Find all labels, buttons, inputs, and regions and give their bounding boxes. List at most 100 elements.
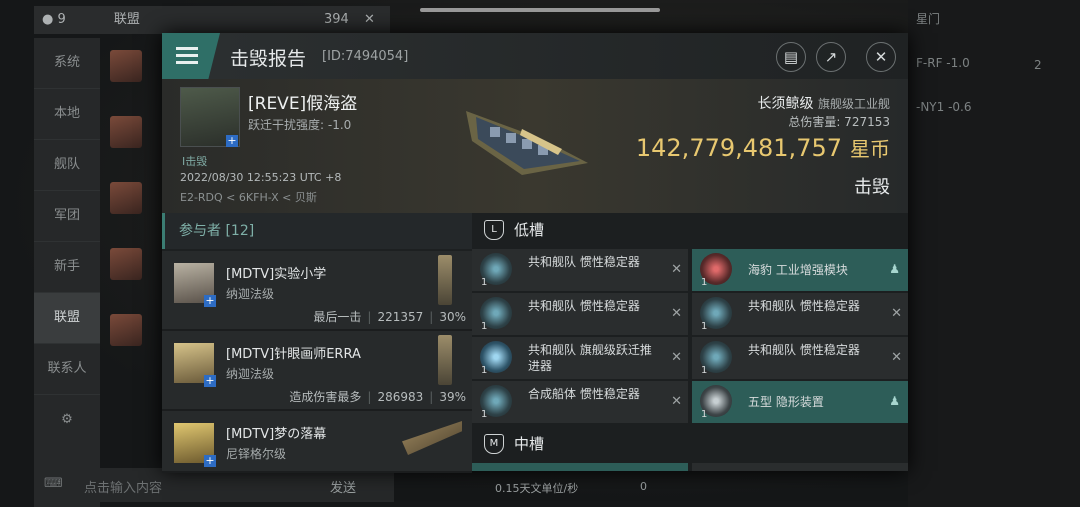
module-item[interactable] (692, 463, 908, 471)
victim-name: [REVE]假海盗 (248, 94, 358, 114)
chat-topbar: ● 9 联盟 394 ✕ (34, 6, 390, 34)
report-title: 击毁报告 (230, 48, 307, 70)
mid-slot-icon: M (484, 434, 504, 454)
report-header: 击毁报告 [ID:7494054] ▤ ↗ ✕ (162, 33, 908, 80)
module-item[interactable] (472, 463, 688, 471)
destroyed-icon: ✕ (671, 262, 682, 277)
chat-input[interactable]: 点击输入内容 (84, 477, 162, 496)
dropped-icon: ♟ (889, 262, 900, 276)
nav-local[interactable]: 本地 (34, 89, 100, 140)
victim-section: + [REVE]假海盗 跃迁干扰强度: -1.0 I击毁 2022/08/30 … (162, 79, 908, 213)
player-count: 9 (57, 12, 66, 27)
overview-item[interactable]: -NY1 -0.6 (908, 92, 1080, 122)
kill-location[interactable]: E2-RDQ < 6KFH-X < 贝斯 (180, 189, 317, 205)
module-qty: 1 (701, 321, 708, 332)
warp-disrupt: 跃迁干扰强度: -1.0 (248, 118, 352, 132)
clipboard-button[interactable]: ▤ (776, 42, 806, 72)
overview-item[interactable]: F-RF -1.0 (908, 48, 1080, 78)
module-item[interactable]: 1 海豹 工业增强模块 ♟ (692, 249, 908, 291)
participant-stat: 造成伤害最多 | 286983 | 39% (289, 390, 466, 404)
destroyed-icon: ✕ (671, 350, 682, 365)
participant-name: [MDTV]针眼画师ERRA (226, 347, 361, 362)
chat-nav: 系统 本地 舰队 军团 新手 联盟 联系人 ⚙ (34, 38, 100, 507)
module-item[interactable]: 1 合成船体 惯性稳定器 ✕ (472, 381, 688, 423)
ship-image (466, 111, 588, 175)
ship-type: 长须鲸级 (757, 96, 814, 112)
module-name: 共和舰队 惯性稳定器 (528, 299, 640, 313)
overview-tab[interactable]: 星门 (908, 4, 1080, 34)
ship-name: 长须鲸级 旗舰级工业舰 (758, 93, 890, 113)
chat-avatars (110, 38, 160, 380)
settings-icon[interactable]: ⚙ (34, 395, 100, 445)
nav-system[interactable]: 系统 (34, 38, 100, 89)
add-icon[interactable]: + (204, 455, 216, 467)
module-item[interactable]: 1 共和舰队 惯性稳定器 ✕ (692, 337, 908, 379)
avatar[interactable] (110, 182, 142, 214)
module-item[interactable]: 1 共和舰队 旗舰级跃迁推进器 ✕ (472, 337, 688, 379)
overview-panel: 星门 F-RF -1.0 -NY1 -0.6 2 (908, 0, 1080, 507)
nav-corp[interactable]: 军团 (34, 191, 100, 242)
avatar[interactable] (110, 116, 142, 148)
nav-alliance[interactable]: 联盟 (34, 293, 100, 344)
destroyed-icon: ✕ (891, 350, 902, 365)
participant-name: [MDTV]实验小学 (226, 267, 327, 282)
value-amount: 142,779,481,757 (635, 134, 842, 162)
keyboard-icon[interactable]: ⌨ (44, 476, 63, 491)
module-name: 合成船体 惯性稳定器 (528, 387, 640, 401)
module-qty: 1 (481, 321, 488, 332)
module-qty: 1 (481, 409, 488, 420)
add-icon[interactable]: + (204, 375, 216, 387)
value-currency: 星币 (850, 137, 890, 161)
dropped-icon: ♟ (889, 394, 900, 408)
participant-ship: 尼铎格尔级 (226, 447, 287, 461)
send-button[interactable]: 发送 (330, 477, 356, 496)
module-item[interactable]: 1 共和舰队 惯性稳定器 ✕ (692, 293, 908, 335)
module-name: 共和舰队 惯性稳定器 (528, 255, 640, 269)
overview-count: 2 (1034, 58, 1042, 72)
module-name: 海豹 工业增强模块 (748, 263, 848, 277)
kill-report-panel: 击毁报告 [ID:7494054] ▤ ↗ ✕ + [REVE]假海盗 跃迁干扰… (162, 33, 908, 473)
total-damage: 总伤害量: 727153 (788, 115, 890, 129)
nav-fleet[interactable]: 舰队 (34, 140, 100, 191)
report-id[interactable]: [ID:7494054] (322, 49, 408, 64)
low-slot-label: 低槽 (514, 221, 545, 239)
participants-header: 参与者 [12] (162, 213, 472, 249)
participant-pct: 39% (439, 390, 466, 404)
participant-ship: 纳迦法级 (226, 367, 275, 381)
module-item[interactable]: 1 五型 隐形装置 ♟ (692, 381, 908, 423)
close-icon[interactable]: ✕ (364, 6, 375, 34)
participant-row[interactable]: + [MDTV]实验小学 纳迦法级 最后一击 | 221357 | 30% (162, 251, 472, 331)
avatar[interactable] (110, 314, 142, 346)
nav-contacts[interactable]: 联系人 (34, 344, 100, 395)
participants-list: 参与者 [12] + [MDTV]实验小学 纳迦法级 最后一击 | 221357 | 3… (162, 213, 472, 473)
destroyed-icon: ✕ (671, 306, 682, 321)
nav-rookie[interactable]: 新手 (34, 242, 100, 293)
module-qty: 1 (701, 409, 708, 420)
player-icon[interactable]: ● (42, 12, 53, 27)
add-icon[interactable]: + (204, 295, 216, 307)
participant-stat: 最后一击 | 221357 | 30% (313, 310, 466, 324)
share-button[interactable]: ↗ (816, 42, 846, 72)
add-icon[interactable]: + (226, 135, 238, 147)
low-slot-header: L 低槽 (472, 213, 908, 247)
participant-row[interactable]: + [MDTV]针眼画师ERRA 纳迦法级 造成伤害最多 | 286983 | 39% (162, 331, 472, 411)
module-item[interactable]: 1 共和舰队 惯性稳定器 ✕ (472, 249, 688, 291)
participant-row[interactable]: + [MDTV]梦の落幕 尼铎格尔级 (162, 411, 472, 473)
participant-damage: 286983 (377, 390, 424, 404)
fitting-panel: L 低槽 1 共和舰队 惯性稳定器 ✕ 1 海豹 工业增强模块 ♟ 1 共和舰队… (472, 213, 908, 471)
avatar[interactable] (110, 248, 142, 280)
avatar[interactable] (110, 50, 142, 82)
channel-count: 394 (324, 12, 349, 27)
speed-readout: 0.15天文单位/秒 (495, 482, 579, 495)
module-item[interactable]: 1 共和舰队 惯性稳定器 ✕ (472, 293, 688, 335)
participant-tag: 最后一击 (313, 310, 362, 324)
destroyed-icon: ✕ (891, 306, 902, 321)
speed-zero: 0 (640, 480, 647, 493)
module-qty: 1 (701, 277, 708, 288)
close-button[interactable]: ✕ (866, 42, 896, 72)
participant-tag: 造成伤害最多 (289, 390, 362, 404)
menu-button[interactable] (162, 33, 220, 79)
mid-slot-label: 中槽 (514, 435, 545, 453)
participant-pct: 30% (439, 310, 466, 324)
module-name: 共和舰队 惯性稳定器 (748, 343, 860, 357)
